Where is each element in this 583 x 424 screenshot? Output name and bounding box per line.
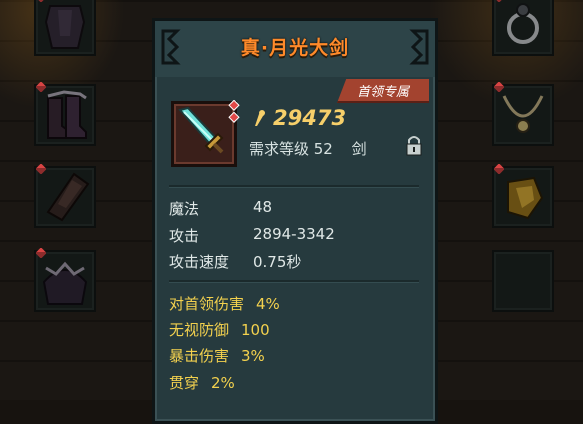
stat-attack: 攻击 2894-3342: [169, 225, 335, 246]
item-title: 真·月光大剑: [240, 37, 350, 59]
item-type: 剑: [351, 140, 367, 158]
equip-slot-empty[interactable]: [492, 250, 554, 312]
equip-slot-boots[interactable]: [34, 82, 96, 146]
bonus-pierce: 贯穿 2%: [169, 372, 235, 393]
equip-slot-necklace[interactable]: [492, 82, 554, 146]
stat-label: 攻击速度: [169, 253, 230, 271]
divider: [169, 280, 419, 283]
stat-label: 无视防御: [169, 321, 230, 339]
gem-icon: [228, 100, 240, 123]
bonus-boss-damage: 对首领伤害 4%: [169, 293, 280, 314]
item-detail-panel: 真·月光大剑 首领专属 29473 需求等级 52 剑 魔法 48 攻击 289…: [152, 18, 438, 424]
title-bar: 真·月光大剑: [155, 21, 435, 77]
item-icon-box: [171, 100, 240, 167]
equip-slot-armor[interactable]: [34, 0, 96, 56]
requirement: 需求等级 52 剑: [249, 138, 367, 159]
stat-label: 对首领伤害: [169, 295, 245, 313]
stat-value: 2894-3342: [253, 225, 335, 243]
stat-attack-speed: 攻击速度 0.75秒: [169, 251, 301, 272]
equip-slot-gauntlet[interactable]: [34, 164, 96, 228]
stat-label: 魔法: [169, 200, 200, 218]
equip-slot-pauldron[interactable]: [492, 164, 554, 228]
stat-label: 暴击伤害: [169, 347, 230, 365]
price-value: 29473: [273, 106, 347, 130]
level-requirement: 需求等级 52: [249, 140, 333, 158]
equip-slot-helmet[interactable]: [34, 248, 96, 312]
divider: [169, 185, 419, 188]
bonus-ignore-defense: 无视防御 100: [169, 319, 270, 340]
stat-value: 2%: [211, 374, 235, 392]
price: 29473: [249, 106, 346, 130]
equip-slot-ring[interactable]: [492, 0, 554, 56]
stat-value: 0.75秒: [253, 253, 302, 271]
stat-value: 4%: [256, 295, 280, 313]
stat-value: 3%: [241, 347, 265, 365]
lock-icon[interactable]: [405, 134, 423, 156]
stat-label: 攻击: [169, 227, 200, 245]
coin-icon: [255, 110, 265, 126]
sword-icon: [178, 106, 224, 154]
stat-magic: 魔法 48: [169, 198, 272, 219]
bonus-crit-damage: 暴击伤害 3%: [169, 345, 265, 366]
stat-value: 48: [253, 198, 273, 216]
stat-value: 100: [241, 321, 270, 339]
stat-label: 贯穿: [169, 374, 200, 392]
boss-exclusive-badge: 首领专属: [337, 79, 429, 103]
